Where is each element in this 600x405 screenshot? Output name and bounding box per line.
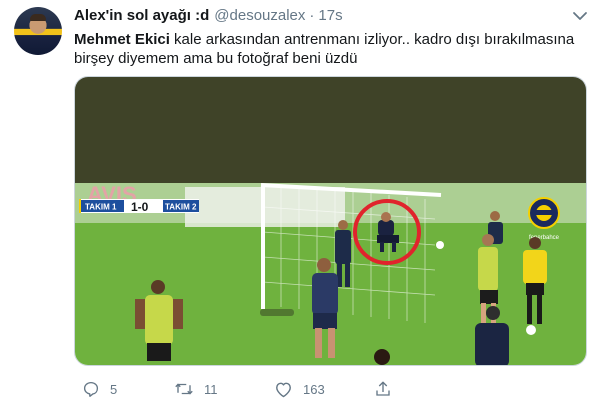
like-count: 163 bbox=[303, 381, 325, 397]
ball bbox=[436, 241, 444, 249]
retweet-icon bbox=[174, 380, 194, 398]
like-icon bbox=[274, 380, 293, 398]
reply-count: 5 bbox=[110, 381, 118, 397]
top-dark-bar bbox=[75, 77, 586, 183]
tweet-time[interactable]: 17s bbox=[318, 7, 342, 24]
retweet-count: 11 bbox=[204, 381, 218, 397]
tweet-text: Mehmet Ekici kale arkasından antrenmanı … bbox=[74, 30, 589, 68]
scoreboard: TAKIM 1 1-0 TAKIM 2 bbox=[79, 199, 199, 214]
reply-button[interactable]: 5 bbox=[82, 377, 117, 401]
scoreboard-team2: TAKIM 2 bbox=[165, 203, 197, 212]
tweet-media-photo[interactable]: AVIS TAKIM 1 1-0 TAKIM 2 fenerbahce bbox=[74, 76, 587, 366]
display-name[interactable]: Alex'in sol ayağı :d bbox=[74, 7, 209, 24]
share-icon bbox=[374, 380, 392, 398]
tweet-actions: 5 11 163 bbox=[74, 377, 589, 401]
scoreboard-team1: TAKIM 1 bbox=[85, 203, 117, 212]
avatar[interactable] bbox=[14, 7, 62, 55]
share-button[interactable] bbox=[374, 377, 392, 401]
tweet: Alex'in sol ayağı :d @desouzalex · 17s M… bbox=[0, 0, 600, 405]
user-handle[interactable]: @desouzalex bbox=[214, 7, 305, 24]
player-head-bottom bbox=[374, 349, 390, 365]
reply-icon bbox=[82, 380, 100, 398]
chevron-down-icon[interactable] bbox=[572, 10, 588, 22]
tweet-text-line1: kale arkasından antrenmanı izliyor.. kad… bbox=[169, 31, 575, 48]
retweet-button[interactable]: 11 bbox=[174, 377, 218, 401]
separator-dot: · bbox=[309, 7, 315, 24]
scoreboard-score: 1-0 bbox=[131, 200, 149, 214]
club-logo: fenerbahce bbox=[528, 197, 560, 241]
like-button[interactable]: 163 bbox=[274, 377, 325, 401]
mention-name: Mehmet Ekici bbox=[74, 31, 170, 48]
tweet-header: Alex'in sol ayağı :d @desouzalex · 17s bbox=[74, 7, 343, 27]
tweet-text-line2: birşey diyemem ama bu fotoğraf beni üzdü bbox=[74, 50, 358, 67]
player-shadow bbox=[260, 309, 294, 316]
ball bbox=[526, 325, 536, 335]
